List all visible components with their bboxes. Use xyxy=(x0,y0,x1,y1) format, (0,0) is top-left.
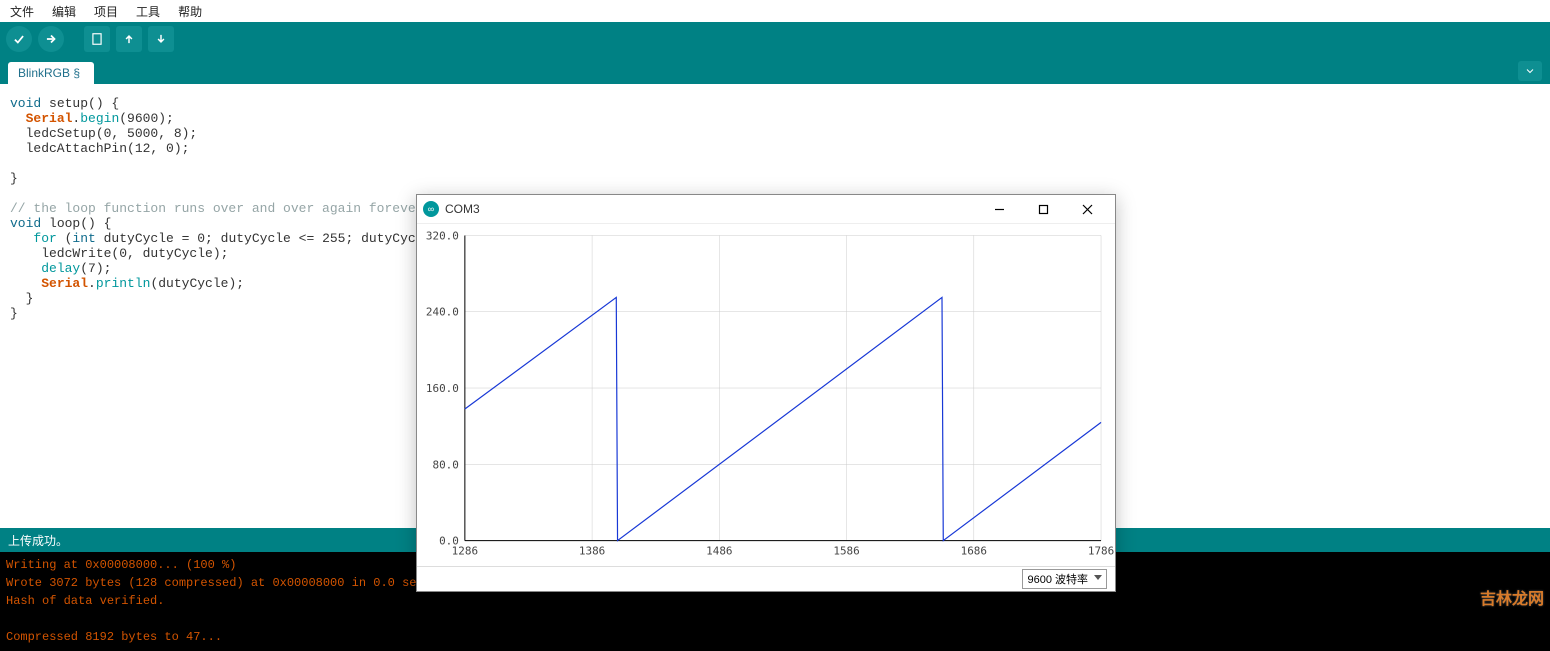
svg-text:1286: 1286 xyxy=(452,545,478,558)
svg-text:160.0: 160.0 xyxy=(426,382,459,395)
menu-help[interactable]: 帮助 xyxy=(172,1,208,22)
tab-menu-button[interactable] xyxy=(1518,61,1542,81)
status-text: 上传成功。 xyxy=(8,532,68,549)
svg-text:1386: 1386 xyxy=(579,545,605,558)
plotter-chart-area: 0.080.0160.0240.0320.0128613861486158616… xyxy=(417,224,1115,566)
menu-sketch[interactable]: 项目 xyxy=(88,1,124,22)
watermark: 吉林龙网 xyxy=(1480,585,1544,609)
svg-text:1486: 1486 xyxy=(706,545,732,558)
svg-text:320.0: 320.0 xyxy=(426,229,459,242)
menu-bar: 文件 编辑 项目 工具 帮助 xyxy=(0,0,1550,22)
minimize-button[interactable] xyxy=(977,195,1021,223)
menu-edit[interactable]: 编辑 xyxy=(46,1,82,22)
svg-text:1686: 1686 xyxy=(961,545,987,558)
upload-button[interactable] xyxy=(38,26,64,52)
maximize-button[interactable] xyxy=(1021,195,1065,223)
line-chart: 0.080.0160.0240.0320.0128613861486158616… xyxy=(417,224,1115,566)
verify-button[interactable] xyxy=(6,26,32,52)
plotter-title-text: COM3 xyxy=(445,202,480,216)
svg-text:1786: 1786 xyxy=(1088,545,1114,558)
baud-rate-select[interactable]: 9600 波特率 xyxy=(1022,569,1107,589)
open-sketch-button[interactable] xyxy=(116,26,142,52)
menu-tools[interactable]: 工具 xyxy=(130,1,166,22)
close-button[interactable] xyxy=(1065,195,1109,223)
plotter-footer: 9600 波特率 xyxy=(417,566,1115,591)
svg-text:1586: 1586 xyxy=(833,545,859,558)
svg-text:80.0: 80.0 xyxy=(432,458,458,471)
save-sketch-button[interactable] xyxy=(148,26,174,52)
arduino-icon: ∞ xyxy=(423,201,439,217)
plotter-titlebar[interactable]: ∞ COM3 xyxy=(417,195,1115,224)
serial-plotter-window: ∞ COM3 0.080.0160.0240.0320.012861386148… xyxy=(416,194,1116,592)
sketch-tab[interactable]: BlinkRGB § xyxy=(8,62,94,84)
new-sketch-button[interactable] xyxy=(84,26,110,52)
toolbar xyxy=(0,22,1550,56)
svg-text:240.0: 240.0 xyxy=(426,306,459,319)
menu-file[interactable]: 文件 xyxy=(4,1,40,22)
tab-strip: BlinkRGB § xyxy=(0,56,1550,84)
